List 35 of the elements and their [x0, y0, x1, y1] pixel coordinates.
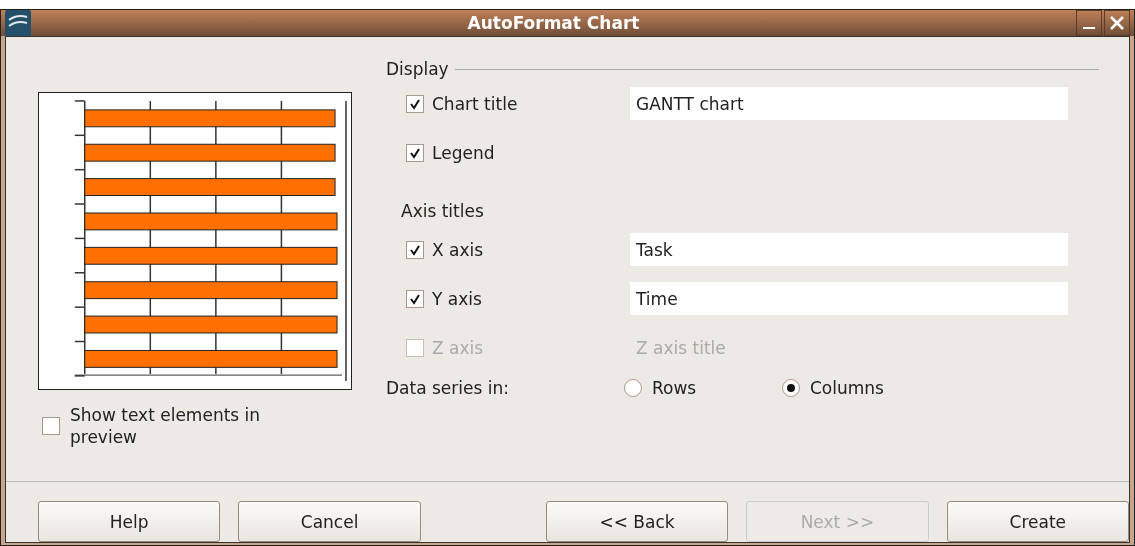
close-icon — [1109, 15, 1125, 31]
dialog-button[interactable]: << Back — [545, 501, 729, 542]
checkbox[interactable] — [406, 240, 424, 259]
checkbox-label: Z axis — [432, 337, 484, 358]
checkbox[interactable] — [406, 94, 424, 113]
checkbox-label: Y axis — [432, 288, 482, 309]
radio-label: Columns — [810, 378, 884, 398]
text-field[interactable]: Task — [630, 233, 1068, 266]
radio-button[interactable] — [782, 379, 800, 397]
checkbox-label: X axis — [432, 239, 484, 260]
dialog-button[interactable]: Cancel — [238, 501, 421, 542]
app-icon — [5, 10, 31, 36]
check-icon — [410, 98, 420, 110]
radio-label: Rows — [652, 378, 697, 398]
checkbox[interactable] — [406, 143, 424, 162]
dialog-button[interactable]: Help — [38, 501, 221, 542]
checkbox-label: Chart title — [432, 93, 518, 114]
field-label: Data series in: — [386, 378, 510, 398]
minimize-icon — [1083, 27, 1095, 29]
dialog-button[interactable]: Create — [946, 501, 1129, 542]
minimize-button[interactable] — [1076, 10, 1102, 36]
section-heading: Display — [386, 59, 449, 79]
window-title: AutoFormat Chart — [466, 13, 641, 33]
check-icon — [410, 147, 420, 159]
checkbox[interactable] — [42, 417, 60, 435]
section-heading: Axis titles — [401, 201, 484, 221]
check-icon — [410, 244, 420, 256]
checkbox-label: Legend — [432, 142, 495, 163]
radio-button[interactable] — [624, 379, 642, 397]
checkbox[interactable] — [406, 289, 424, 308]
check-icon — [410, 293, 420, 305]
checkbox-label: Show text elements in preview — [70, 404, 262, 448]
close-button[interactable] — [1104, 10, 1130, 36]
text-field[interactable]: GANTT chart — [630, 87, 1068, 120]
text-field[interactable]: Time — [630, 282, 1068, 315]
